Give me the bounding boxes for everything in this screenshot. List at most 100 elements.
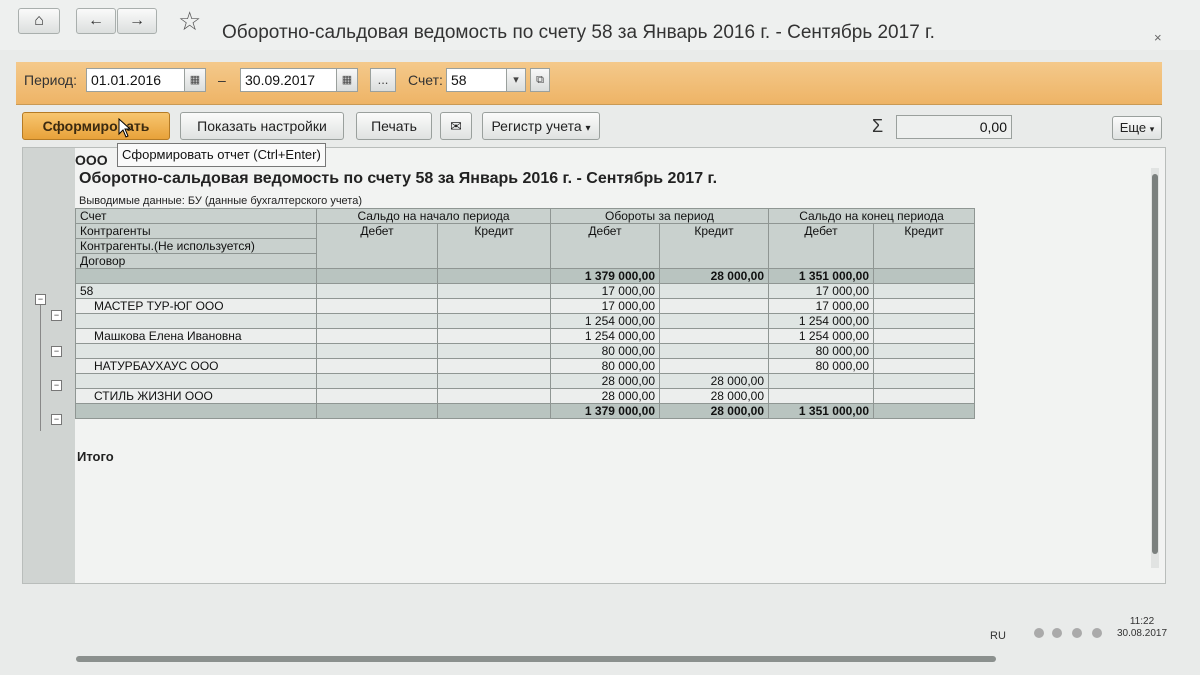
mouse-cursor-icon bbox=[118, 118, 132, 138]
closing-debit: 17 000,00 bbox=[768, 283, 874, 299]
collapse-master-tur-icon[interactable]: − bbox=[51, 310, 62, 321]
arrow-left-icon: ← bbox=[88, 12, 104, 29]
table-row[interactable]: Машкова Елена Ивановна 1 254 000,00 1 25… bbox=[75, 328, 975, 344]
turnover-debit: 17 000,00 bbox=[550, 298, 660, 314]
turnover-debit: 1 379 000,00 bbox=[550, 268, 660, 284]
total-label: Итого bbox=[77, 449, 114, 464]
period-panel: Период: 01.01.2016 ▦ – 30.09.2017 ▦ ... … bbox=[16, 62, 1162, 105]
account-open-button[interactable]: ⧉ bbox=[530, 68, 550, 92]
turnover-debit: 28 000,00 bbox=[550, 373, 660, 389]
calendar-icon: ▦ bbox=[189, 74, 201, 86]
turnover-debit: 80 000,00 bbox=[550, 343, 660, 359]
calendar-to-button[interactable]: ▦ bbox=[336, 68, 358, 92]
star-icon[interactable]: ☆ bbox=[178, 6, 201, 37]
turnover-credit bbox=[659, 328, 769, 344]
generate-button[interactable]: Сформировать bbox=[22, 112, 170, 140]
header-contract: Договор bbox=[75, 253, 317, 269]
more-button[interactable]: Еще ▾ bbox=[1112, 116, 1162, 140]
print-button[interactable]: Печать bbox=[356, 112, 432, 140]
collapse-stil-zhizni-icon[interactable]: − bbox=[51, 414, 62, 425]
table-row[interactable]: НАТУРБАУХАУС ООО 80 000,00 80 000,00 bbox=[75, 358, 975, 374]
show-settings-button[interactable]: Показать настройки bbox=[180, 112, 344, 140]
turnover-credit bbox=[659, 298, 769, 314]
row-header-column bbox=[23, 148, 75, 583]
table-row[interactable]: 1 254 000,00 1 254 000,00 bbox=[75, 313, 975, 329]
clock[interactable]: 11:22 30.08.2017 bbox=[1112, 616, 1172, 640]
collapse-naturbauhaus-icon[interactable]: − bbox=[51, 380, 62, 391]
turnover-credit bbox=[659, 313, 769, 329]
chevron-down-icon: ▾ bbox=[513, 74, 519, 86]
row-name bbox=[75, 268, 317, 284]
turnover-debit: 1 254 000,00 bbox=[550, 328, 660, 344]
account-dropdown-button[interactable]: ▾ bbox=[506, 68, 526, 92]
period-dash: – bbox=[218, 72, 226, 88]
total-turnover-credit: 28 000,00 bbox=[659, 403, 769, 419]
table-row[interactable]: МАСТЕР ТУР-ЮГ ООО 17 000,00 17 000,00 bbox=[75, 298, 975, 314]
turnover-credit: 28 000,00 bbox=[659, 373, 769, 389]
table-row[interactable]: 80 000,00 80 000,00 bbox=[75, 343, 975, 359]
report-output: Выводимые данные: БУ (данные бухгалтерск… bbox=[79, 195, 362, 207]
window-horizontal-scrollbar[interactable] bbox=[76, 656, 996, 662]
account-label: Счет: bbox=[408, 72, 443, 88]
collapse-58-icon[interactable]: − bbox=[35, 294, 46, 305]
email-button[interactable]: ✉ bbox=[440, 112, 472, 140]
closing-debit: 17 000,00 bbox=[768, 298, 874, 314]
back-button[interactable]: ← bbox=[76, 8, 116, 34]
turnover-credit bbox=[659, 283, 769, 299]
header-turnover: Обороты за период bbox=[550, 208, 769, 224]
header-contractors: Контрагенты bbox=[75, 223, 317, 239]
row-name: Машкова Елена Ивановна bbox=[75, 328, 317, 344]
date-to-field[interactable]: 30.09.2017 bbox=[240, 68, 342, 92]
chevron-down-icon: ▾ bbox=[1149, 124, 1155, 134]
sum-icon: Σ bbox=[872, 116, 884, 136]
header-closing: Сальдо на конец периода bbox=[768, 208, 975, 224]
total-turnover-debit: 1 379 000,00 bbox=[550, 403, 660, 419]
account-field[interactable]: 58 bbox=[446, 68, 508, 92]
table-row[interactable]: 1 379 000,00 28 000,00 1 351 000,00 bbox=[75, 268, 975, 284]
collapse-mashkova-icon[interactable]: − bbox=[51, 346, 62, 357]
closing-debit: 80 000,00 bbox=[768, 358, 874, 374]
date-from-field[interactable]: 01.01.2016 bbox=[86, 68, 186, 92]
battery-icon[interactable] bbox=[1072, 628, 1082, 638]
tree-line bbox=[40, 301, 41, 431]
turnover-debit: 80 000,00 bbox=[550, 358, 660, 374]
close-icon[interactable]: × bbox=[1154, 30, 1162, 45]
period-label: Период: bbox=[24, 72, 77, 88]
total-spacer bbox=[75, 403, 317, 419]
header-turnover-credit: Кредит bbox=[659, 223, 769, 269]
chevron-down-icon: ▾ bbox=[585, 123, 591, 134]
tooltip: Сформировать отчет (Ctrl+Enter) bbox=[117, 143, 326, 167]
arrow-right-icon: → bbox=[129, 12, 145, 29]
forward-button[interactable]: → bbox=[117, 8, 157, 34]
report-title: Оборотно-сальдовая ведомость по счету 58… bbox=[79, 170, 718, 187]
output-label: Выводимые данные: bbox=[79, 195, 185, 207]
vertical-scroll-thumb[interactable] bbox=[1152, 174, 1158, 554]
header-opening-credit: Кредит bbox=[437, 223, 551, 269]
app-window: ⌂ ← → ☆ Оборотно-сальдовая ведомость по … bbox=[0, 0, 1200, 675]
flag-icon[interactable] bbox=[1092, 628, 1102, 638]
report-area: ООО Оборотно-сальдовая ведомость по счет… bbox=[22, 147, 1166, 584]
closing-debit: 80 000,00 bbox=[768, 343, 874, 359]
table-row[interactable]: 58 17 000,00 17 000,00 bbox=[75, 283, 975, 299]
more-label: Еще bbox=[1119, 120, 1147, 135]
language-indicator[interactable]: RU bbox=[990, 630, 1006, 642]
register-button[interactable]: Регистр учета ▾ bbox=[482, 112, 600, 140]
home-icon: ⌂ bbox=[34, 12, 44, 29]
calendar-from-button[interactable]: ▦ bbox=[184, 68, 206, 92]
closing-debit: 1 254 000,00 bbox=[768, 313, 874, 329]
table-row[interactable]: 28 000,00 28 000,00 bbox=[75, 373, 975, 389]
header-closing-credit: Кредит bbox=[873, 223, 975, 269]
home-button[interactable]: ⌂ bbox=[18, 8, 60, 34]
table-row[interactable]: СТИЛЬ ЖИЗНИ ООО 28 000,00 28 000,00 bbox=[75, 388, 975, 404]
network-icon[interactable] bbox=[1034, 628, 1044, 638]
clock-date: 30.08.2017 bbox=[1116, 628, 1168, 639]
total-row[interactable]: 1 379 000,00 28 000,00 1 351 000,00 bbox=[75, 403, 975, 419]
row-name: МАСТЕР ТУР-ЮГ ООО bbox=[75, 298, 317, 314]
row-name bbox=[75, 313, 317, 329]
volume-icon[interactable] bbox=[1052, 628, 1062, 638]
row-name: СТИЛЬ ЖИЗНИ ООО bbox=[75, 388, 317, 404]
turnover-credit: 28 000,00 bbox=[659, 268, 769, 284]
header-closing-debit: Дебет bbox=[768, 223, 874, 269]
period-more-button[interactable]: ... bbox=[370, 68, 396, 92]
calendar-icon: ▦ bbox=[341, 74, 353, 86]
